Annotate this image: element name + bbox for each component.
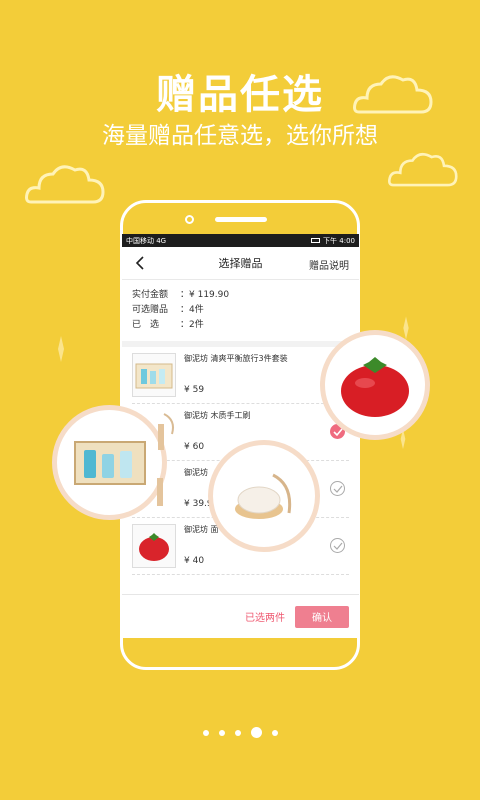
gift-item[interactable]: 御泥坊 清爽平衡旅行3件套装 ¥ 59 xyxy=(132,347,349,404)
page-dot[interactable] xyxy=(218,729,225,736)
bubble-tomato-timer xyxy=(320,330,430,440)
footer-bar: 已选两件 确认 xyxy=(122,594,359,638)
gift-thumb-travel-set xyxy=(132,353,176,397)
brush-thumb-icon xyxy=(158,413,174,450)
cloud-left xyxy=(25,165,105,204)
page-dot-active[interactable] xyxy=(250,727,262,738)
hero-subtitle: 海量赠品任意选，选你所想 xyxy=(102,123,378,149)
summary-row: 实付金额 ：¥ 119.90 xyxy=(132,290,230,300)
page-dot[interactable] xyxy=(202,729,209,736)
nav-bar: 选择赠品 赠品说明 xyxy=(122,247,359,280)
page-indicator xyxy=(0,727,480,738)
summary-row: 可选赠品 ：4件 xyxy=(132,305,204,315)
page-dot[interactable] xyxy=(234,729,241,736)
order-summary: 实付金额 ：¥ 119.90 可选赠品 ：4件 已 选：2件 xyxy=(122,280,359,347)
gift-explain-link[interactable]: 赠品说明 xyxy=(309,257,349,272)
phone-speaker xyxy=(215,217,267,222)
confirm-button[interactable]: 确认 xyxy=(295,605,349,628)
sparkle-icon xyxy=(58,336,64,362)
carrier-label: 中国移动 4G xyxy=(126,236,167,245)
back-arrow-icon[interactable] xyxy=(132,255,148,271)
brush-thumb-icon xyxy=(157,478,163,506)
gift-price: ¥ 40 xyxy=(184,556,205,566)
phone-camera xyxy=(185,215,194,224)
summary-row: 已 选：2件 xyxy=(132,320,204,330)
gift-price: ¥ 59 xyxy=(184,385,205,395)
unchecked-icon[interactable] xyxy=(330,481,345,496)
selected-count: 已选两件 xyxy=(245,613,285,624)
gift-price: ¥ 60 xyxy=(184,442,205,452)
hero-title: 赠品任选 xyxy=(156,72,324,118)
bubble-brush xyxy=(208,440,320,552)
status-bar: 中国移动 4G 下午 4:00 xyxy=(122,234,359,247)
time-label: 下午 4:00 xyxy=(323,236,355,245)
page-dot[interactable] xyxy=(271,729,278,736)
battery-icon xyxy=(311,238,321,243)
cloud-right xyxy=(388,152,458,187)
gift-name: 御泥坊 木质手工刷 xyxy=(184,411,251,420)
gift-thumb-tomato-timer xyxy=(132,524,176,568)
unchecked-icon[interactable] xyxy=(330,538,345,553)
